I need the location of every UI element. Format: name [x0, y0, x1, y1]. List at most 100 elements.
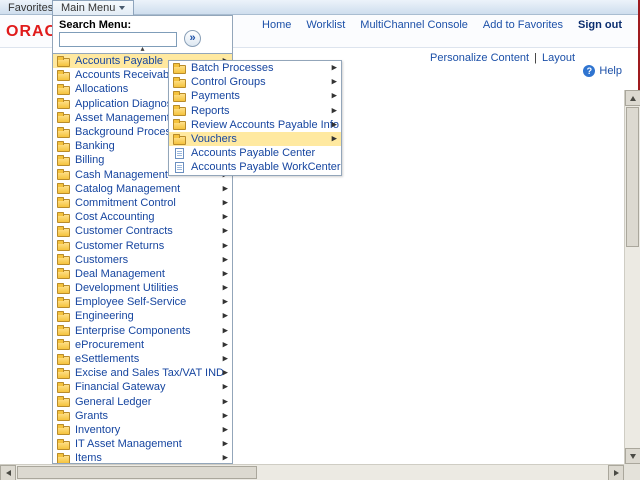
submenu-item-label: Vouchers: [191, 133, 237, 146]
folder-icon: [57, 438, 70, 450]
folder-icon: [57, 381, 70, 393]
menu-item-customers[interactable]: Customers ▶: [53, 253, 232, 267]
folder-icon: [173, 105, 186, 117]
menu-item-development-utilities[interactable]: Development Utilities ▶: [53, 281, 232, 295]
submenu-item-payments[interactable]: Payments ▶: [169, 89, 341, 103]
folder-icon: [173, 62, 186, 74]
submenu-item-label: Review Accounts Payable Info: [191, 118, 339, 131]
flyout-arrow-icon: ▶: [222, 426, 228, 434]
menu-item-label: Enterprise Components: [75, 324, 191, 337]
favorites-menu-label: Favorites: [8, 1, 54, 14]
flyout-arrow-icon: ▶: [222, 185, 228, 193]
folder-icon: [57, 211, 70, 223]
menu-item-label: Deal Management: [75, 267, 165, 280]
header-link-add-to-favorites[interactable]: Add to Favorites: [483, 19, 563, 31]
header-link-home[interactable]: Home: [262, 19, 291, 31]
flyout-arrow-icon: ▶: [331, 135, 337, 143]
folder-icon: [57, 367, 70, 379]
main-menu-label: Main Menu: [61, 2, 116, 14]
submenu-item-accounts-payable-workcenter[interactable]: Accounts Payable WorkCenter: [169, 160, 341, 174]
folder-icon: [57, 254, 70, 266]
menu-item-label: Excise and Sales Tax/VAT IND: [75, 367, 224, 380]
menu-item-cost-accounting[interactable]: Cost Accounting ▶: [53, 210, 232, 224]
submenu-item-review-accounts-payable-info[interactable]: Review Accounts Payable Info ▶: [169, 118, 341, 132]
horizontal-scrollbar: [0, 464, 624, 480]
folder-icon: [57, 55, 70, 67]
folder-icon: [57, 183, 70, 195]
menu-item-excise-and-sales-tax-vat-ind[interactable]: Excise and Sales Tax/VAT IND ▶: [53, 366, 232, 380]
layout-link[interactable]: Layout: [542, 52, 575, 64]
menu-item-label: Catalog Management: [75, 182, 181, 195]
menu-item-enterprise-components[interactable]: Enterprise Components ▶: [53, 324, 232, 338]
menu-item-label: eProcurement: [75, 338, 145, 351]
menu-item-financial-gateway[interactable]: Financial Gateway ▶: [53, 380, 232, 394]
submenu-item-accounts-payable-center[interactable]: Accounts Payable Center: [169, 146, 341, 160]
help-link[interactable]: ? Help: [583, 65, 622, 77]
scroll-right-button[interactable]: [608, 465, 624, 480]
menu-item-label: IT Asset Management: [75, 438, 182, 451]
menu-item-commitment-control[interactable]: Commitment Control ▶: [53, 196, 232, 210]
menu-item-label: Commitment Control: [75, 196, 176, 209]
menu-item-customer-returns[interactable]: Customer Returns ▶: [53, 238, 232, 252]
triangle-right-icon: [613, 470, 619, 476]
page-icon: [175, 147, 184, 159]
submenu-item-batch-processes[interactable]: Batch Processes ▶: [169, 61, 341, 75]
folder-icon: [57, 69, 70, 81]
menu-item-label: General Ledger: [75, 395, 152, 408]
submenu-item-reports[interactable]: Reports ▶: [169, 104, 341, 118]
menu-search-panel: Search Menu: » ▴: [52, 15, 233, 54]
submenu-item-label: Payments: [191, 90, 240, 103]
caret-down-icon: [119, 6, 126, 10]
folder-icon: [57, 296, 70, 308]
menu-item-label: Billing: [75, 154, 105, 167]
triangle-left-icon: [5, 470, 11, 476]
scroll-up-button[interactable]: [625, 90, 640, 106]
folder-icon: [57, 325, 70, 337]
submenu-item-label: Batch Processes: [191, 62, 274, 75]
menu-item-esettlements[interactable]: eSettlements ▶: [53, 352, 232, 366]
menu-item-grants[interactable]: Grants ▶: [53, 409, 232, 423]
menu-item-items[interactable]: Items ▶: [53, 451, 232, 463]
flyout-arrow-icon: ▶: [331, 64, 337, 72]
menu-item-customer-contracts[interactable]: Customer Contracts ▶: [53, 224, 232, 238]
help-icon: ?: [583, 65, 596, 77]
menu-item-deal-management[interactable]: Deal Management ▶: [53, 267, 232, 281]
submenu-item-control-groups[interactable]: Control Groups ▶: [169, 75, 341, 89]
scroll-down-button[interactable]: [625, 448, 640, 464]
vertical-scrollbar-thumb[interactable]: [626, 107, 639, 247]
flyout-arrow-icon: ▶: [222, 270, 228, 278]
menu-item-engineering[interactable]: Engineering ▶: [53, 309, 232, 323]
folder-icon: [57, 339, 70, 351]
main-menu-tab[interactable]: Main Menu: [52, 0, 135, 15]
menu-item-inventory[interactable]: Inventory ▶: [53, 423, 232, 437]
menu-item-it-asset-management[interactable]: IT Asset Management ▶: [53, 437, 232, 451]
menu-item-eprocurement[interactable]: eProcurement ▶: [53, 338, 232, 352]
header-link-worklist[interactable]: Worklist: [306, 19, 345, 31]
flyout-arrow-icon: ▶: [222, 440, 228, 448]
flyout-arrow-icon: ▶: [222, 355, 228, 363]
menu-item-label: Customer Returns: [75, 239, 165, 252]
horizontal-scrollbar-thumb[interactable]: [17, 466, 257, 479]
sign-out-link[interactable]: Sign out: [578, 19, 622, 31]
submenu-item-vouchers[interactable]: Vouchers ▶: [169, 131, 341, 147]
folder-icon: [173, 76, 186, 88]
flyout-arrow-icon: ▶: [222, 256, 228, 264]
personalize-content-link[interactable]: Personalize Content: [430, 52, 529, 64]
menu-item-label: Accounts Payable: [75, 55, 164, 68]
flyout-arrow-icon: ▶: [222, 199, 228, 207]
peoplesoft-page: ORACLE Home Worklist MultiChannel Console A…: [0, 0, 640, 480]
accounts-payable-flyout: Batch Processes ▶ Control Groups ▶ Payments ▶…: [168, 60, 342, 176]
folder-icon: [173, 133, 186, 145]
scroll-left-button[interactable]: [0, 465, 16, 480]
menu-item-general-ledger[interactable]: General Ledger ▶: [53, 395, 232, 409]
submenu-item-label: Accounts Payable WorkCenter: [191, 161, 341, 174]
flyout-arrow-icon: ▶: [222, 454, 228, 462]
menu-item-employee-self-service[interactable]: Employee Self-Service ▶: [53, 295, 232, 309]
help-label: Help: [599, 65, 622, 77]
collapse-menu-icon[interactable]: ▴: [53, 45, 232, 53]
menu-item-label: Asset Management: [75, 111, 170, 124]
header-link-multichannel-console[interactable]: MultiChannel Console: [360, 19, 468, 31]
menu-item-catalog-management[interactable]: Catalog Management ▶: [53, 182, 232, 196]
flyout-arrow-icon: ▶: [222, 412, 228, 420]
scrollbar-corner: [624, 464, 640, 480]
